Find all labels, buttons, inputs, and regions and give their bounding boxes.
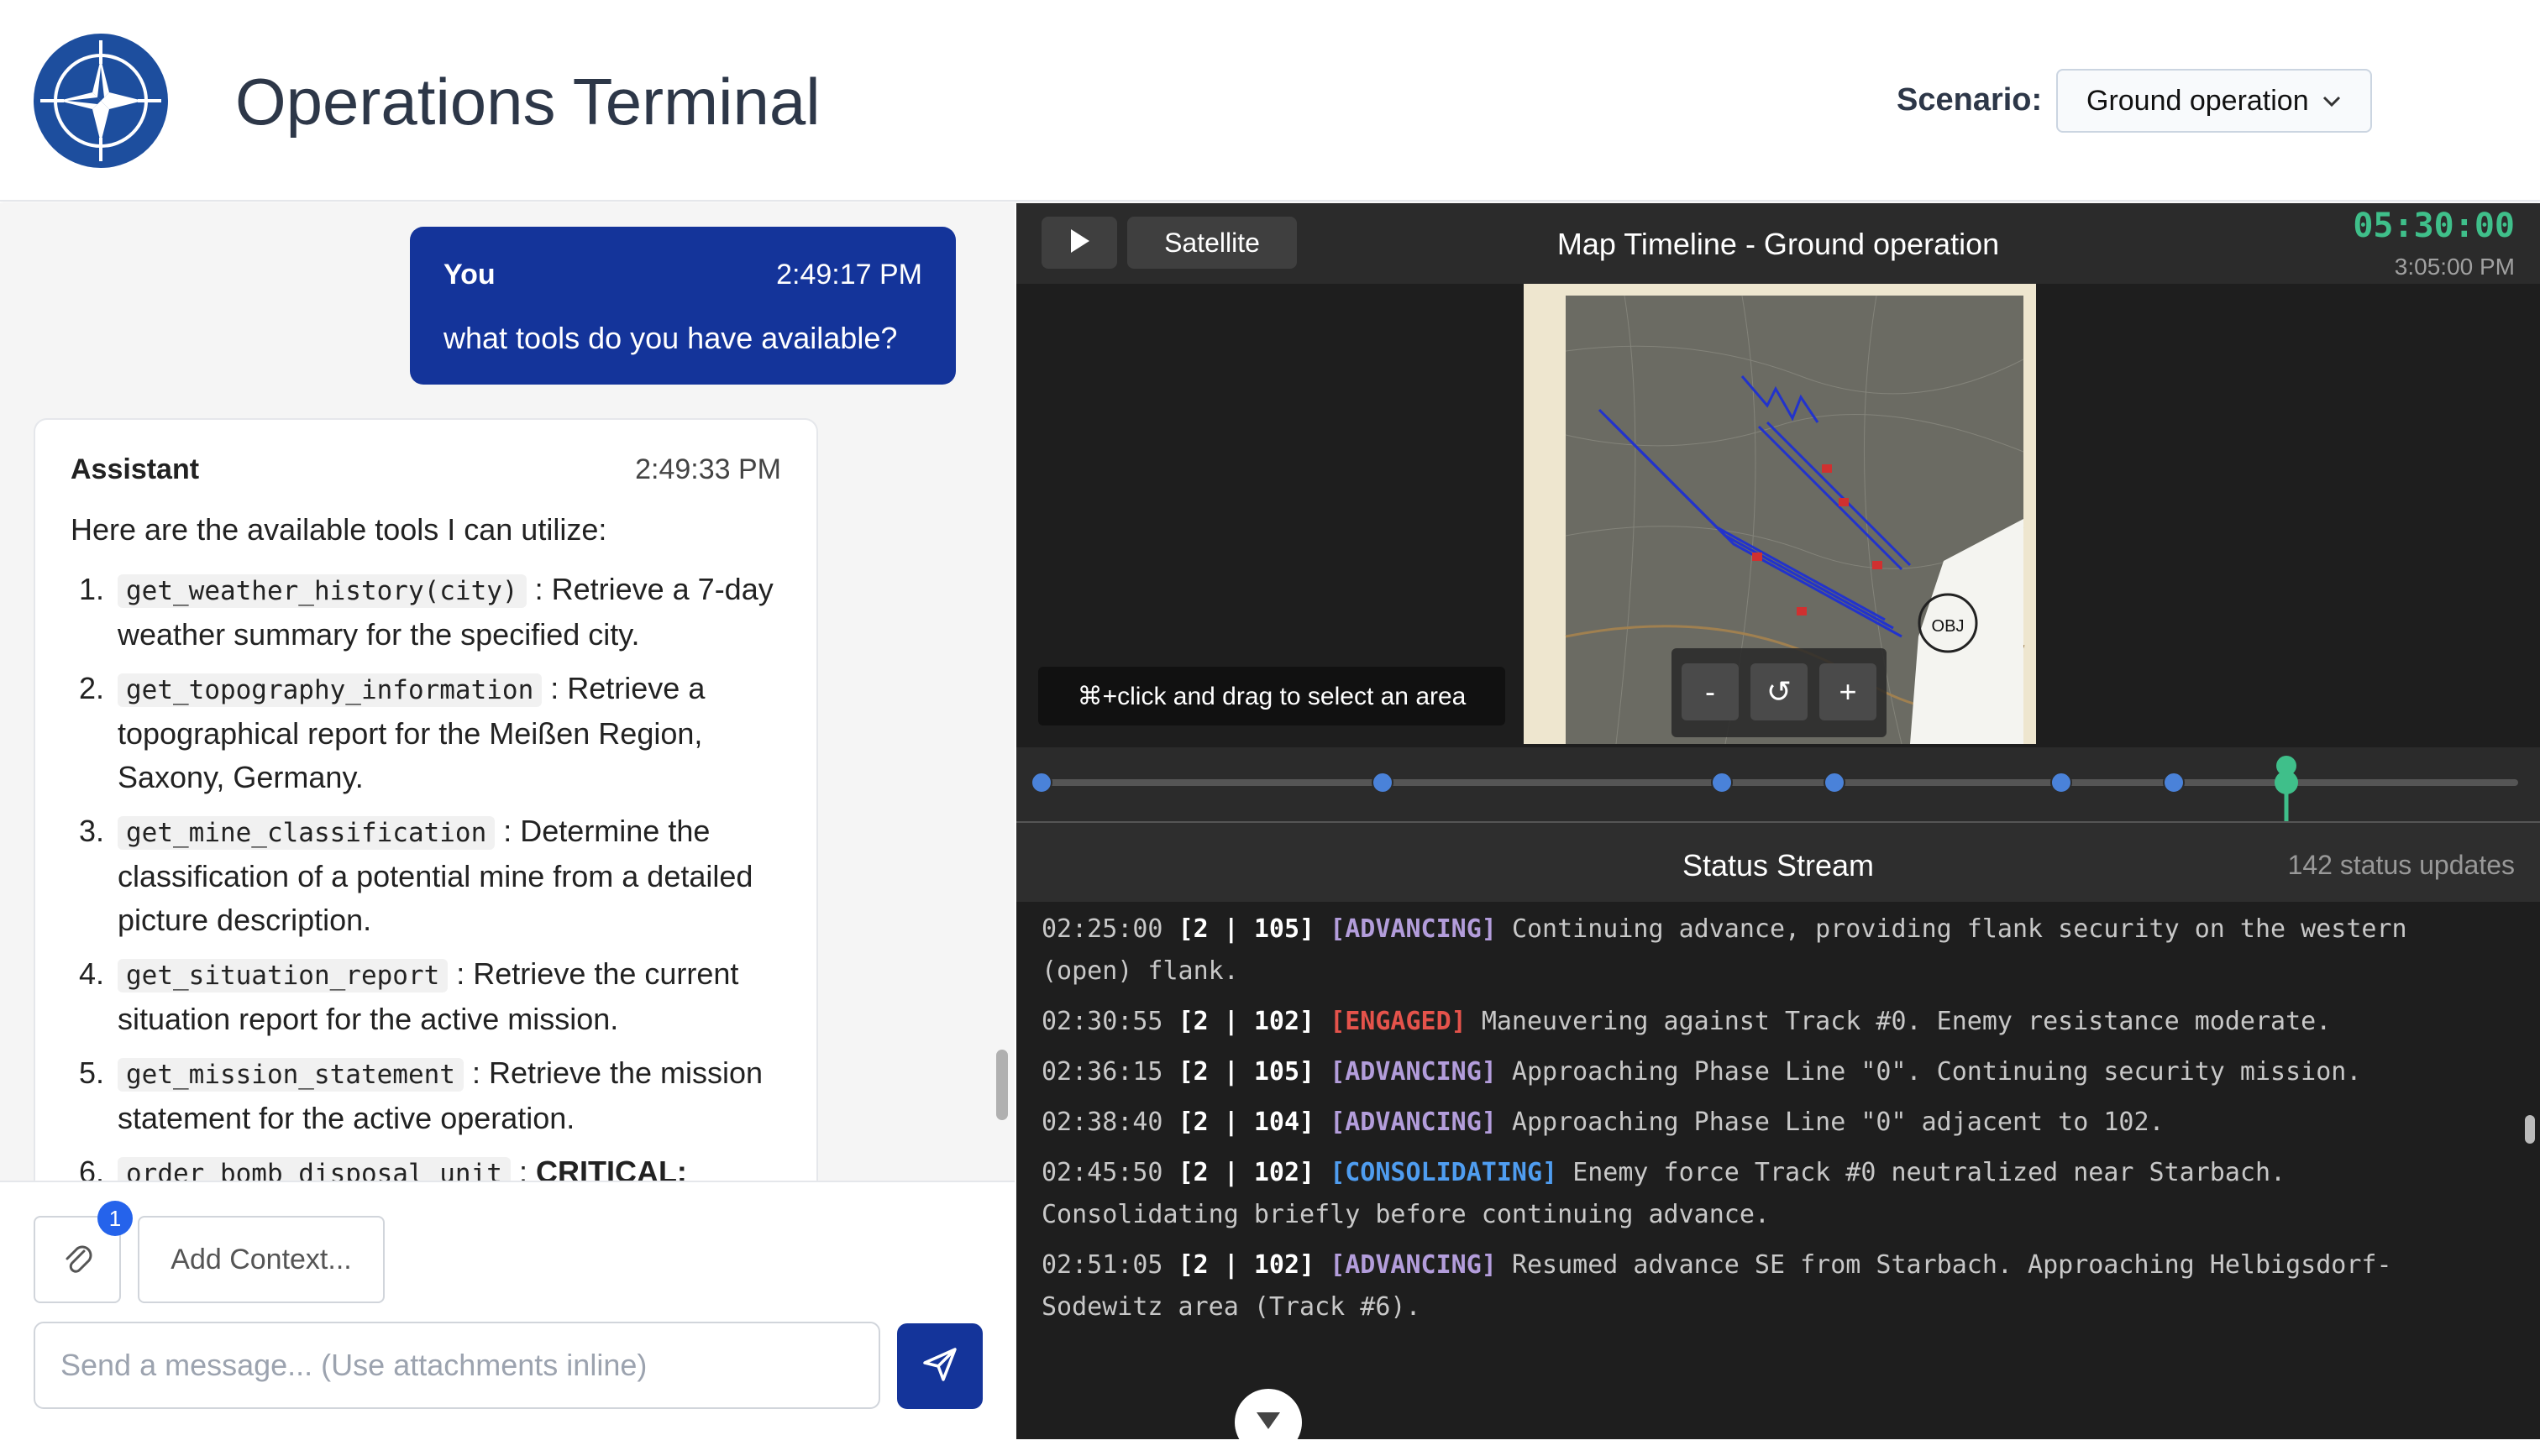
app-title: Operations Terminal [235,65,821,139]
tool-number: 3. [79,814,105,848]
tool-list-item: 2. get_topography_information : Retrieve… [71,667,793,799]
status-timestamp: 02:51:05 [1042,1250,1163,1280]
chat-panel: You 2:49:17 PM what tools do you have av… [0,203,1015,1181]
status-timestamp: 02:45:50 [1042,1158,1163,1187]
assistant-message-bubble: Assistant 2:49:33 PM Here are the availa… [34,418,818,1181]
scenario-select[interactable]: Ground operation [2056,69,2372,133]
status-tag: [CONSOLIDATING] [1330,1158,1558,1187]
timeline-marker[interactable] [1711,772,1733,793]
status-stream-header: Status Stream 142 status updates [1016,821,2540,902]
mission-clock: 05:30:00 [2353,207,2515,245]
status-tag: [ENGAGED] [1330,1007,1467,1036]
status-tag: [ADVANCING] [1330,1057,1497,1087]
timeline-marker[interactable] [1031,772,1052,793]
status-tag: [ADVANCING] [1330,1108,1497,1137]
timeline-marker[interactable] [2163,772,2185,793]
map-title: Map Timeline - Ground operation [1556,227,2000,261]
status-entry: 02:38:40 [2 | 104] [ADVANCING] Approachi… [1042,1102,2478,1144]
status-unit: [2 | 105] [1178,1057,1315,1087]
status-tag: [ADVANCING] [1330,914,1497,944]
map-selection-hint: ⌘+click and drag to select an area [1038,667,1505,725]
tool-code: get_situation_report [118,959,449,992]
tool-number: 4. [79,956,105,991]
status-timestamp: 02:25:00 [1042,914,1163,944]
zoom-in-button[interactable]: + [1819,663,1876,720]
assistant-message-intro: Here are the available tools I can utili… [71,512,607,547]
message-composer: 1 Add Context... Send a message... (Use … [0,1181,1015,1439]
map-panel: Satellite Map Timeline - Ground operatio… [1016,203,2540,1439]
timeline-marker[interactable] [1824,772,1845,793]
timeline-marker[interactable] [2050,772,2072,793]
map-zoom-controls: - ↺ + [1671,648,1887,737]
scenario-select-value: Ground operation [2086,84,2309,117]
status-entry: 02:25:00 [2 | 105] [ADVANCING] Continuin… [1042,909,2478,992]
status-unit: [2 | 102] [1178,1250,1315,1280]
status-tag: [ADVANCING] [1330,1250,1497,1280]
app-header: Operations Terminal Scenario: Ground ope… [0,0,2540,202]
tool-list-item: 3. get_mine_classification : Determine t… [71,809,793,942]
objective-label: OBJ [1932,617,1965,636]
user-message-text: what tools do you have available? [443,321,898,355]
user-message-bubble: You 2:49:17 PM what tools do you have av… [410,227,956,385]
status-stream-scrollbar[interactable] [2525,1115,2535,1144]
status-unit: [2 | 102] [1178,1158,1315,1187]
status-update-count: 142 status updates [2287,850,2515,880]
status-unit: [2 | 104] [1178,1108,1315,1137]
tool-list: 1. get_weather_history(city) : Retrieve … [71,568,793,1181]
status-timestamp: 02:36:15 [1042,1057,1163,1087]
chat-scrollbar[interactable] [996,1050,1008,1120]
compass-logo-icon [34,34,168,168]
status-text: Approaching Phase Line "0". Continuing s… [1511,1057,2362,1087]
zoom-out-button[interactable]: - [1682,663,1739,720]
tool-number: 1. [79,572,105,606]
zoom-reset-button[interactable]: ↺ [1750,663,1808,720]
send-button[interactable] [897,1323,983,1409]
message-input[interactable]: Send a message... (Use attachments inlin… [34,1322,880,1409]
tool-description: : [510,1155,536,1181]
status-unit: [2 | 105] [1178,914,1315,944]
local-time: 3:05:00 PM [2394,254,2515,280]
tool-list-item: 4. get_situation_report : Retrieve the c… [71,952,793,1041]
tool-number: 2. [79,671,105,705]
chevron-down-icon [2322,86,2342,115]
user-message-author: You [443,259,496,291]
timeline-current-marker[interactable] [2275,771,2298,794]
tool-critical-label: CRITICAL: [535,1155,687,1181]
status-entry: 02:51:05 [2 | 102] [ADVANCING] Resumed a… [1042,1244,2478,1328]
timeline-slider[interactable] [1016,747,2540,821]
tool-code: get_weather_history(city) [118,574,527,608]
tool-code: order_bomb_disposal_unit [118,1157,511,1181]
tool-code: get_mine_classification [118,816,496,850]
attachment-count-badge: 1 [97,1201,133,1236]
scroll-down-button[interactable] [1235,1389,1302,1456]
status-text: Maneuvering against Track #0. Enemy resi… [1481,1007,2332,1036]
timeline-marker[interactable] [1372,772,1393,793]
tool-code: get_topography_information [118,673,543,707]
tool-number: 5. [79,1055,105,1090]
paperclip-icon [60,1239,94,1281]
map-toolbar: Satellite Map Timeline - Ground operatio… [1016,203,2540,284]
add-context-button[interactable]: Add Context... [138,1216,385,1303]
status-text: Approaching Phase Line "0" adjacent to 1… [1511,1108,2165,1137]
status-timestamp: 02:30:55 [1042,1007,1163,1036]
scroll-down-icon [1253,1409,1283,1437]
status-timestamp: 02:38:40 [1042,1108,1163,1137]
tool-code: get_mission_statement [118,1058,464,1092]
status-entry: 02:30:55 [2 | 102] [ENGAGED] Maneuvering… [1042,1001,2478,1043]
user-message-time: 2:49:17 PM [776,259,922,291]
status-stream: 02:25:00 [2 | 105] [ADVANCING] Continuin… [1016,902,2540,1439]
status-entry: 02:36:15 [2 | 105] [ADVANCING] Approachi… [1042,1051,2478,1093]
tool-list-item: 6. order_bomb_disposal_unit : CRITICAL: [71,1150,793,1181]
tool-list-item: 5. get_mission_statement : Retrieve the … [71,1051,793,1140]
status-entry: 02:45:50 [2 | 102] [CONSOLIDATING] Enemy… [1042,1152,2478,1236]
assistant-message-author: Assistant [71,453,200,485]
send-icon [920,1344,960,1389]
tool-list-item: 1. get_weather_history(city) : Retrieve … [71,568,793,657]
scenario-label: Scenario: [1897,82,2043,118]
tool-number: 6. [79,1155,105,1181]
assistant-message-time: 2:49:33 PM [635,453,781,485]
status-unit: [2 | 102] [1178,1007,1315,1036]
